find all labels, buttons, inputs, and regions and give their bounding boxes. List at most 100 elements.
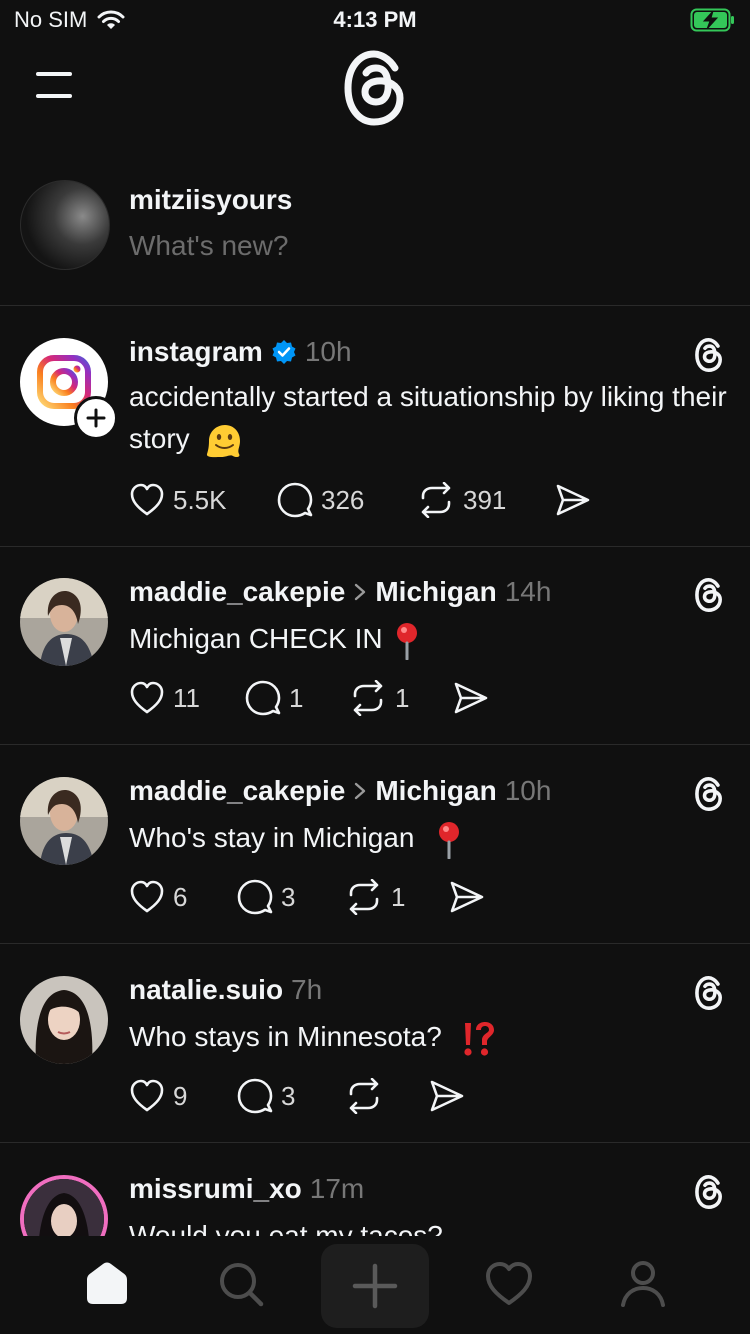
profile-icon	[621, 1261, 665, 1307]
post-text: Would you eat my tacos?	[129, 1215, 729, 1236]
reply-button[interactable]: 3	[237, 879, 345, 915]
post[interactable]: natalie.suio 7h Who stays in Minnesota? …	[0, 944, 750, 1143]
post[interactable]: instagram 10h accidentally started a sit…	[0, 306, 750, 547]
instagram-avatar[interactable]	[20, 338, 118, 440]
like-button[interactable]: 6	[129, 880, 237, 914]
share-button[interactable]	[449, 880, 485, 914]
like-count: 11	[173, 682, 200, 713]
post-location[interactable]: Michigan	[375, 775, 496, 807]
reply-count: 326	[321, 484, 365, 515]
repost-icon	[349, 1078, 379, 1114]
new-post-composer[interactable]: mitziisyours What's new?	[0, 160, 750, 306]
melting-face-emoji-icon	[203, 423, 243, 459]
follow-plus-button[interactable]	[74, 396, 118, 440]
post-username[interactable]: natalie.suio	[129, 974, 283, 1006]
user-avatar[interactable]	[20, 1175, 108, 1236]
user-avatar[interactable]	[20, 777, 108, 865]
threads-logo-icon[interactable]	[343, 50, 407, 126]
reply-button[interactable]: 3	[237, 1078, 345, 1114]
threads-mini-icon[interactable]	[694, 1175, 724, 1209]
like-count: 5.5K	[173, 484, 227, 515]
post[interactable]: maddie_cakepie Michigan 10h Who's stay i…	[0, 745, 750, 944]
tab-search[interactable]	[217, 1260, 265, 1308]
post-username[interactable]: instagram	[129, 336, 263, 368]
post-text: Who's stay in Michigan	[129, 817, 729, 859]
comment-icon	[277, 482, 313, 518]
post-header: maddie_cakepie Michigan 14h	[129, 576, 551, 608]
tab-bar	[0, 1236, 750, 1334]
interrobang-emoji-icon	[460, 1020, 496, 1058]
search-icon	[220, 1263, 264, 1307]
user-avatar[interactable]	[20, 180, 110, 270]
clock: 4:13 PM	[333, 7, 417, 32]
tab-activity[interactable]	[485, 1260, 533, 1308]
like-button[interactable]: 5.5K	[129, 483, 277, 517]
composer-username: mitziisyours	[129, 184, 293, 215]
repost-button[interactable]: 391	[417, 482, 555, 518]
repost-icon	[353, 680, 383, 716]
repost-button[interactable]: 1	[349, 680, 453, 716]
send-icon	[556, 484, 590, 516]
share-button[interactable]	[429, 1079, 465, 1113]
avatar-photo-icon	[24, 1179, 104, 1236]
heart-icon	[486, 1262, 532, 1305]
threads-mini-icon[interactable]	[694, 578, 724, 612]
like-button[interactable]: 11	[129, 681, 245, 715]
pushpin-emoji-icon	[394, 622, 420, 660]
post[interactable]: maddie_cakepie Michigan 14h Michigan CHE…	[0, 546, 750, 745]
like-button[interactable]: 9	[129, 1079, 237, 1113]
reply-button[interactable]: 1	[245, 680, 349, 716]
repost-button[interactable]	[345, 1078, 429, 1114]
user-avatar[interactable]	[20, 578, 108, 666]
heart-icon	[130, 681, 164, 714]
send-icon	[450, 881, 484, 913]
post-username[interactable]: missrumi_xo	[129, 1173, 302, 1205]
tab-home[interactable]	[83, 1260, 131, 1308]
share-button[interactable]	[453, 681, 489, 715]
reply-count: 3	[281, 1080, 296, 1111]
threads-mini-icon[interactable]	[694, 777, 724, 811]
reply-button[interactable]: 326	[277, 482, 417, 518]
post-actions: 6 3 1	[129, 879, 485, 915]
tab-create[interactable]	[321, 1244, 429, 1328]
post-body: Who's stay in Michigan	[129, 822, 415, 853]
pushpin-emoji-icon	[436, 821, 462, 859]
app-header	[0, 44, 750, 132]
repost-icon	[421, 482, 451, 518]
tab-profile[interactable]	[619, 1260, 667, 1308]
post-time: 10h	[304, 336, 352, 367]
post-body: Would you eat my tacos?	[129, 1220, 443, 1236]
threads-mini-icon[interactable]	[694, 976, 724, 1010]
post-actions: 11 1 1	[129, 680, 489, 716]
plus-icon	[352, 1263, 398, 1309]
post-body: Who stays in Minnesota?	[129, 1021, 442, 1052]
reply-count: 3	[281, 881, 296, 912]
repost-count: 1	[395, 682, 410, 713]
post-location[interactable]: Michigan	[375, 576, 496, 608]
send-icon	[430, 1080, 464, 1112]
heart-icon	[130, 1079, 164, 1112]
post-username[interactable]: maddie_cakepie	[129, 775, 345, 807]
post-header: maddie_cakepie Michigan 10h	[129, 775, 551, 807]
chevron-right-icon	[353, 781, 367, 801]
menu-button[interactable]	[36, 68, 76, 102]
post-time: 14h	[504, 576, 552, 607]
like-count: 9	[173, 1080, 188, 1111]
post-header: instagram 10h	[129, 336, 352, 368]
reply-count: 1	[289, 682, 304, 713]
repost-button[interactable]: 1	[345, 879, 449, 915]
user-avatar[interactable]	[20, 976, 108, 1064]
post[interactable]: missrumi_xo 17m Would you eat my tacos?	[0, 1143, 750, 1236]
post-text: Who stays in Minnesota?	[129, 1016, 729, 1058]
chevron-right-icon	[353, 582, 367, 602]
comment-icon	[237, 1078, 273, 1114]
post-username[interactable]: maddie_cakepie	[129, 576, 345, 608]
repost-count: 1	[391, 881, 406, 912]
composer-input[interactable]: What's new?	[129, 230, 288, 262]
plus-icon	[86, 408, 106, 428]
status-bar: No SIM 4:13 PM	[0, 0, 750, 44]
share-button[interactable]	[555, 483, 591, 517]
threads-mini-icon[interactable]	[694, 338, 724, 372]
post-header: natalie.suio 7h	[129, 974, 322, 1006]
avatar-photo-icon	[20, 976, 108, 1064]
